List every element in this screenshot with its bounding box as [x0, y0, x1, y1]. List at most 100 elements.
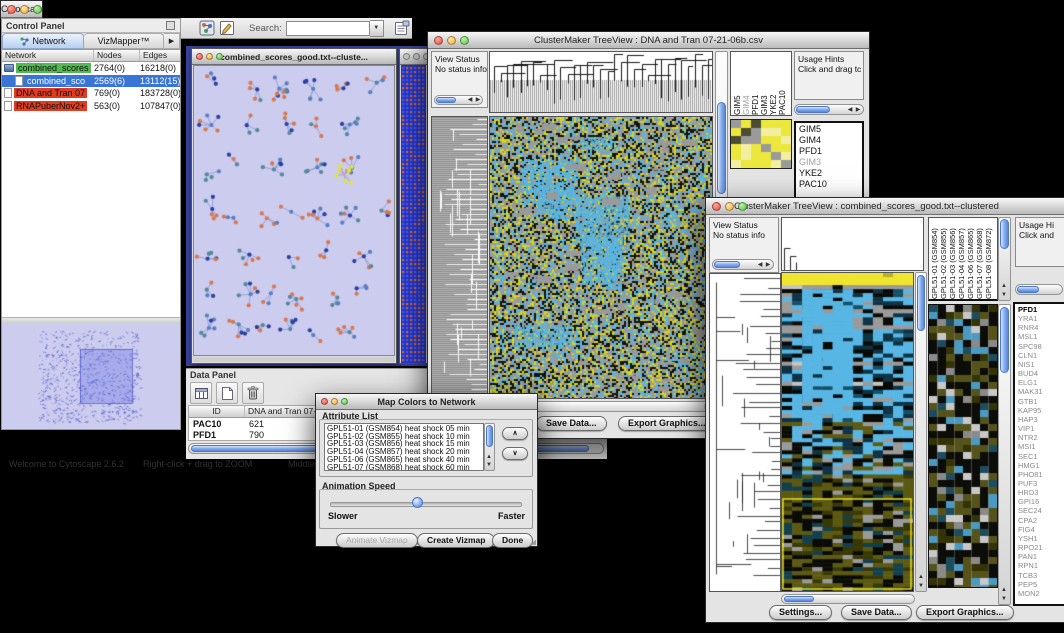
scroll-up-arrow[interactable]: ▲: [917, 573, 925, 582]
zoom-button[interactable]: [216, 53, 223, 60]
dense-network-canvas[interactable]: [401, 65, 426, 364]
network-view-titlebar[interactable]: combined_scores_good.txt--cluste...: [192, 49, 396, 65]
gene-label[interactable]: NIS1: [1018, 360, 1064, 369]
configure-search-button[interactable]: [392, 18, 412, 38]
usage-hints-hscrollbar[interactable]: ◀ ▶: [794, 104, 864, 115]
gene-label[interactable]: HRD3: [1018, 488, 1064, 497]
gene-label[interactable]: NTR2: [1018, 433, 1064, 442]
column-label[interactable]: GIM5: [733, 65, 742, 115]
view-status-hscrollbar[interactable]: ◀ ▶: [434, 95, 483, 105]
gene-label[interactable]: PFD1: [799, 146, 862, 157]
dialog-titlebar[interactable]: Map Colors to Network: [316, 394, 537, 410]
column-label[interactable]: GPL51-06 (GSM865): [966, 220, 975, 299]
gene-label[interactable]: KAP95: [1018, 406, 1064, 415]
tab-vizmapper[interactable]: VizMapper™: [84, 33, 164, 49]
close-button[interactable]: [712, 202, 721, 211]
row-dendrogram-canvas[interactable]: [710, 274, 780, 591]
attribute-item[interactable]: GPL51-07 (GSM868) heat shock 60 min: [327, 464, 483, 471]
gene-label[interactable]: FIG4: [1018, 525, 1064, 534]
column-label[interactable]: PAC10: [778, 65, 787, 115]
minimize-button[interactable]: [725, 202, 734, 211]
delete-attribute-button[interactable]: [242, 382, 264, 404]
scroll-down-arrow[interactable]: ▼: [1000, 291, 1008, 300]
gene-label[interactable]: ELG1: [1018, 378, 1064, 387]
summary-heatmap-canvas[interactable]: [731, 120, 791, 168]
gene-label[interactable]: GIM4: [799, 135, 862, 146]
zoom-button[interactable]: [460, 36, 469, 45]
minimize-button[interactable]: [447, 36, 456, 45]
heatmap-canvas[interactable]: [782, 273, 913, 591]
close-button[interactable]: [196, 53, 203, 60]
heatmap-hscrollbar[interactable]: [781, 594, 915, 604]
gene-label[interactable]: PFD1: [1018, 305, 1064, 314]
gene-label[interactable]: TCB3: [1018, 571, 1064, 580]
scroll-right-arrow[interactable]: ▶: [764, 261, 772, 270]
export-graphics-button[interactable]: Export Graphics...: [916, 605, 1014, 620]
treeview1-titlebar[interactable]: ClusterMaker TreeView : DNA and Tran 07-…: [428, 32, 869, 49]
gene-label[interactable]: GIM5: [799, 124, 862, 135]
annotation-button[interactable]: [217, 18, 237, 38]
gene-label[interactable]: SEC1: [1018, 452, 1064, 461]
gene-label[interactable]: YKE2: [799, 168, 862, 179]
column-labels-vscrollbar[interactable]: ▲ ▼: [998, 217, 1011, 301]
gene-label[interactable]: GPI16: [1018, 497, 1064, 506]
select-attributes-button[interactable]: [190, 382, 212, 404]
usage-hints-hscrollbar[interactable]: [1015, 284, 1063, 295]
network-manager-button[interactable]: [197, 18, 217, 38]
scroll-up-arrow[interactable]: ▲: [1000, 282, 1008, 291]
attribute-list-vscrollbar[interactable]: ▲ ▼: [484, 423, 495, 471]
minimize-button[interactable]: [206, 53, 213, 60]
tab-network[interactable]: Network: [2, 33, 84, 49]
column-label[interactable]: GPL51-04 (GSM857): [957, 220, 966, 299]
settings-button[interactable]: Settings...: [769, 605, 832, 620]
zoom-button[interactable]: [33, 5, 42, 14]
background-window-titlebar[interactable]: [400, 49, 427, 65]
scroll-down-arrow[interactable]: ▼: [917, 582, 925, 591]
gene-label[interactable]: CLN1: [1018, 351, 1064, 360]
minimize-button[interactable]: [331, 398, 338, 405]
column-label[interactable]: GPL51-08 (GSM872): [984, 220, 993, 299]
background-network-window[interactable]: [399, 48, 428, 364]
new-attribute-button[interactable]: [216, 382, 238, 404]
gene-label[interactable]: RPO21: [1018, 543, 1064, 552]
tab-overflow-button[interactable]: ▶: [164, 33, 180, 49]
gene-label[interactable]: PAC10: [799, 179, 862, 190]
export-graphics-button[interactable]: Export Graphics...: [618, 416, 716, 431]
column-label[interactable]: GIM4: [742, 65, 751, 115]
animate-vizmap-button[interactable]: Animate Vizmap: [336, 533, 418, 548]
gene-label[interactable]: BUD4: [1018, 369, 1064, 378]
gene-label[interactable]: PAN1: [1018, 552, 1064, 561]
animation-slider-track[interactable]: [330, 502, 522, 507]
gene-label[interactable]: MON2: [1018, 589, 1064, 598]
column-label[interactable]: GPL51-03 (GSM856): [948, 220, 957, 299]
heatmap-canvas[interactable]: [490, 117, 712, 398]
gene-label[interactable]: YRA1: [1018, 314, 1064, 323]
column-label[interactable]: GPL51-01 (GSM854): [930, 220, 939, 299]
gene-label[interactable]: PUF3: [1018, 479, 1064, 488]
float-panel-icon[interactable]: [166, 21, 175, 30]
column-label[interactable]: GPL51-02 (GSM855): [939, 220, 948, 299]
minimize-button[interactable]: [20, 5, 29, 14]
scroll-down-arrow[interactable]: ▼: [485, 461, 493, 470]
gene-label[interactable]: HAP3: [1018, 415, 1064, 424]
scroll-left-arrow[interactable]: ◀: [846, 106, 854, 115]
gene-label[interactable]: PEP5: [1018, 580, 1064, 589]
gene-label[interactable]: CPA2: [1018, 516, 1064, 525]
move-down-button[interactable]: ∨: [502, 447, 528, 460]
scroll-left-arrow[interactable]: ◀: [466, 96, 474, 105]
column-label[interactable]: PFD1: [751, 65, 760, 115]
create-vizmap-button[interactable]: Create Vizmap: [417, 533, 495, 548]
scroll-up-arrow[interactable]: ▲: [1000, 586, 1008, 595]
move-up-button[interactable]: ∧: [502, 427, 528, 440]
save-data-button[interactable]: Save Data...: [536, 416, 607, 431]
resize-grip[interactable]: ◢: [531, 538, 536, 546]
view-status-hscrollbar[interactable]: ◀ ▶: [712, 259, 774, 270]
column-label[interactable]: GPL51-07 (GSM868): [975, 220, 984, 299]
close-button[interactable]: [403, 53, 410, 60]
column-dendrogram-canvas[interactable]: [490, 52, 712, 112]
gene-label[interactable]: GIM3: [799, 157, 862, 168]
done-button[interactable]: Done: [492, 533, 533, 548]
gene-label[interactable]: SPC98: [1018, 342, 1064, 351]
heatmap-vscrollbar[interactable]: ▲ ▼: [915, 272, 927, 592]
network-table-row[interactable]: DNA and Tran 07 769(0) 183728(0): [2, 87, 180, 100]
